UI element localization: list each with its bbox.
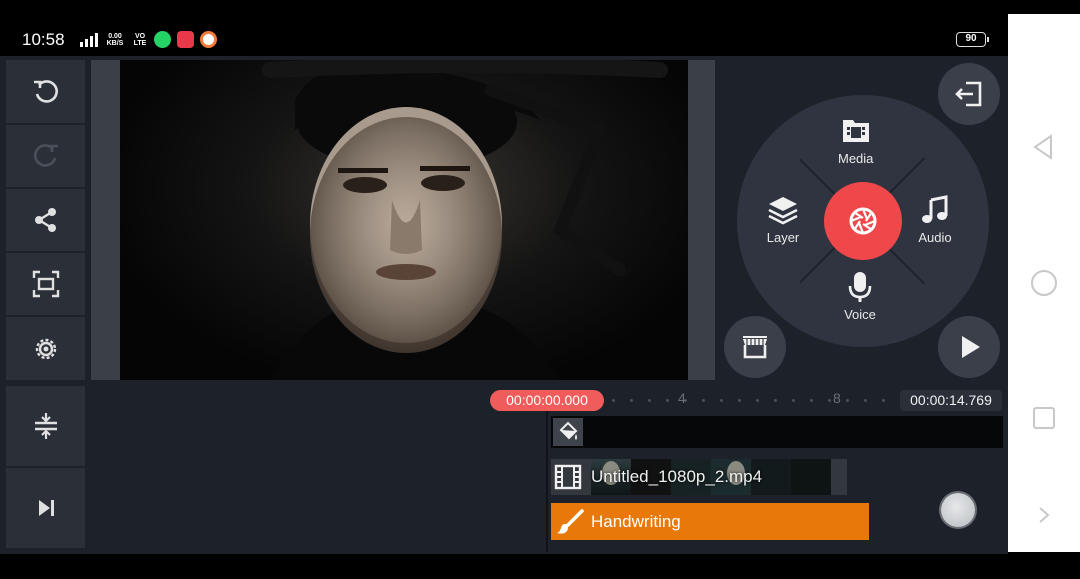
exit-icon	[955, 81, 982, 107]
settings-button[interactable]	[6, 317, 85, 380]
undo-icon	[33, 79, 58, 103]
background-fill-button[interactable]	[553, 418, 583, 446]
ruler-mark-8: 8	[833, 390, 841, 406]
clock: 10:58	[22, 30, 65, 49]
film-strip-icon	[554, 464, 582, 490]
split-vertical-icon	[34, 413, 57, 439]
microphone-icon	[848, 272, 872, 302]
ruler-mark-4: 4	[678, 390, 686, 406]
whatsapp-icon	[154, 31, 171, 48]
status-icons: 0.00 KB/S VO LTE	[80, 31, 217, 48]
play-button[interactable]	[938, 316, 1000, 378]
battery-icon: 90	[956, 32, 989, 47]
film-folder-icon	[842, 120, 869, 142]
redo-icon	[33, 144, 58, 167]
layers-icon	[768, 197, 798, 225]
chevron-right-icon[interactable]	[1034, 505, 1054, 525]
layer-label: Layer	[766, 230, 800, 245]
system-nav-bar	[1008, 14, 1080, 552]
playhead[interactable]	[546, 410, 548, 552]
brush-icon	[557, 509, 584, 534]
share-button[interactable]	[6, 189, 85, 251]
total-duration: 00:00:14.769	[900, 390, 1002, 411]
home-icon[interactable]	[1029, 268, 1059, 298]
timeline-scroll-handle[interactable]	[941, 493, 975, 527]
skip-to-end-button[interactable]	[6, 468, 85, 548]
voice-label: Voice	[844, 307, 876, 322]
camera-shutter-icon	[849, 207, 877, 235]
current-time: 00:00:00.000	[490, 390, 604, 411]
timeline-ruler	[612, 398, 921, 402]
share-icon	[34, 208, 56, 232]
store-icon	[743, 336, 767, 359]
asset-store-button[interactable]	[724, 316, 786, 378]
audio-label: Audio	[918, 230, 952, 245]
status-bar: 10:58 0.00 KB/S VO LTE 90	[0, 0, 1008, 56]
video-clip-name: Untitled_1080p_2.mp4	[591, 467, 763, 486]
paint-bucket-icon	[559, 421, 578, 440]
capture-button[interactable]	[824, 182, 902, 260]
bottom-bar	[0, 554, 1080, 579]
signal-icon	[80, 32, 98, 47]
back-icon[interactable]	[1029, 132, 1059, 162]
background-track[interactable]	[551, 416, 1003, 448]
video-clip[interactable]: Untitled_1080p_2.mp4	[551, 459, 847, 495]
clip-thumbnail	[791, 459, 831, 495]
media-button[interactable]: Media	[838, 114, 873, 166]
preview-artwork	[262, 60, 668, 380]
recents-icon[interactable]	[1029, 403, 1059, 433]
redo-button[interactable]	[6, 125, 85, 187]
voice-button[interactable]: Voice	[843, 270, 877, 322]
net-speed: 0.00 KB/S	[106, 32, 124, 47]
skip-end-icon	[38, 500, 54, 516]
gear-icon	[35, 338, 56, 359]
timeline-expand-button[interactable]	[6, 386, 85, 466]
undo-button[interactable]	[6, 60, 85, 123]
video-preview[interactable]	[120, 60, 688, 380]
screen-capture-icon	[32, 270, 59, 298]
handwriting-layer-label: Handwriting	[591, 512, 681, 531]
play-icon	[962, 336, 980, 358]
music-note-icon	[922, 195, 948, 223]
layer-button[interactable]: Layer	[766, 193, 800, 245]
exit-project-button[interactable]	[938, 63, 1000, 125]
audio-button[interactable]: Audio	[918, 193, 952, 245]
media-label: Media	[838, 151, 874, 166]
handwriting-layer[interactable]: Handwriting	[551, 503, 869, 540]
video-call-icon	[177, 31, 194, 48]
app-notification-icon	[200, 31, 217, 48]
aspect-ratio-button[interactable]	[6, 253, 85, 315]
network-type: VO LTE	[133, 32, 147, 47]
